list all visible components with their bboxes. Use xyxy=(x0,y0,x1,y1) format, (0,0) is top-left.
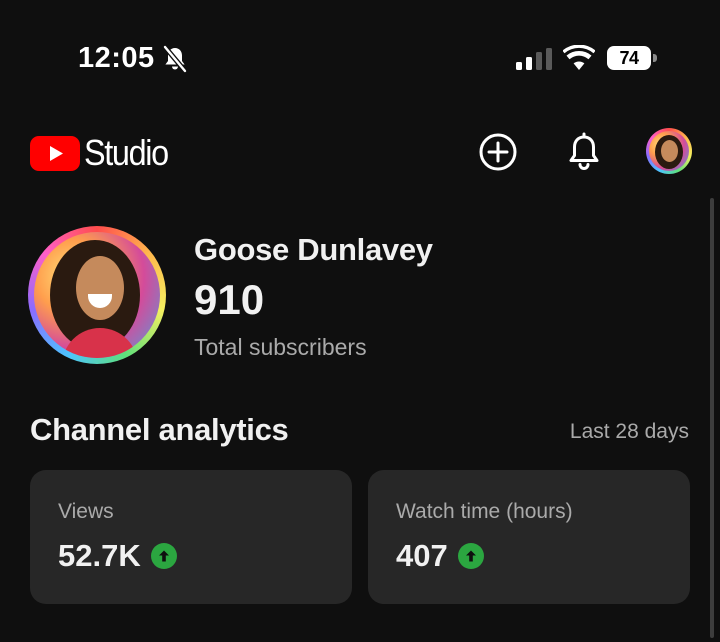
watch-time-card[interactable]: Watch time (hours) 407 xyxy=(368,470,690,604)
metric-label: Views xyxy=(58,500,114,523)
account-avatar[interactable] xyxy=(646,128,692,174)
youtube-logo-icon[interactable] xyxy=(30,136,80,171)
analytics-title: Channel analytics xyxy=(30,412,289,447)
subscriber-label: Total subscribers xyxy=(194,334,367,360)
notifications-bell-icon xyxy=(569,132,599,170)
cellular-signal-icon xyxy=(516,48,552,70)
channel-avatar-photo xyxy=(34,232,160,358)
trend-up-icon xyxy=(457,543,484,569)
subscriber-count: 910 xyxy=(194,276,265,323)
create-plus-icon xyxy=(479,133,517,171)
metric-value-row: 52.7K xyxy=(58,538,177,574)
battery-tip xyxy=(653,54,657,62)
battery-level: 74 xyxy=(607,46,651,70)
metric-label: Watch time (hours) xyxy=(396,500,573,523)
avatar-face xyxy=(76,256,124,320)
metric-value-row: 407 xyxy=(396,538,484,574)
bell-off-icon xyxy=(163,45,187,73)
battery-icon: 74 xyxy=(607,46,657,70)
trend-up-icon xyxy=(150,543,177,569)
analytics-range: Last 28 days xyxy=(569,420,689,443)
studio-wordmark[interactable]: Studio xyxy=(84,132,169,174)
channel-name: Goose Dunlavey xyxy=(194,232,433,267)
notifications-button[interactable] xyxy=(562,130,606,174)
metric-value: 407 xyxy=(396,538,448,573)
avatar-face xyxy=(661,140,678,162)
status-time: 12:05 xyxy=(78,42,155,74)
metric-value: 52.7K xyxy=(58,538,141,573)
wifi-icon xyxy=(563,45,595,70)
account-avatar-photo xyxy=(649,131,689,171)
app-header: Studio xyxy=(0,118,720,186)
channel-summary: Goose Dunlavey 910 Total subscribers xyxy=(0,224,720,364)
status-bar: 12:05 74 xyxy=(0,0,720,110)
views-card[interactable]: Views 52.7K xyxy=(30,470,352,604)
scrollbar[interactable] xyxy=(710,198,714,638)
channel-avatar[interactable] xyxy=(28,226,166,364)
create-button[interactable] xyxy=(476,130,520,174)
